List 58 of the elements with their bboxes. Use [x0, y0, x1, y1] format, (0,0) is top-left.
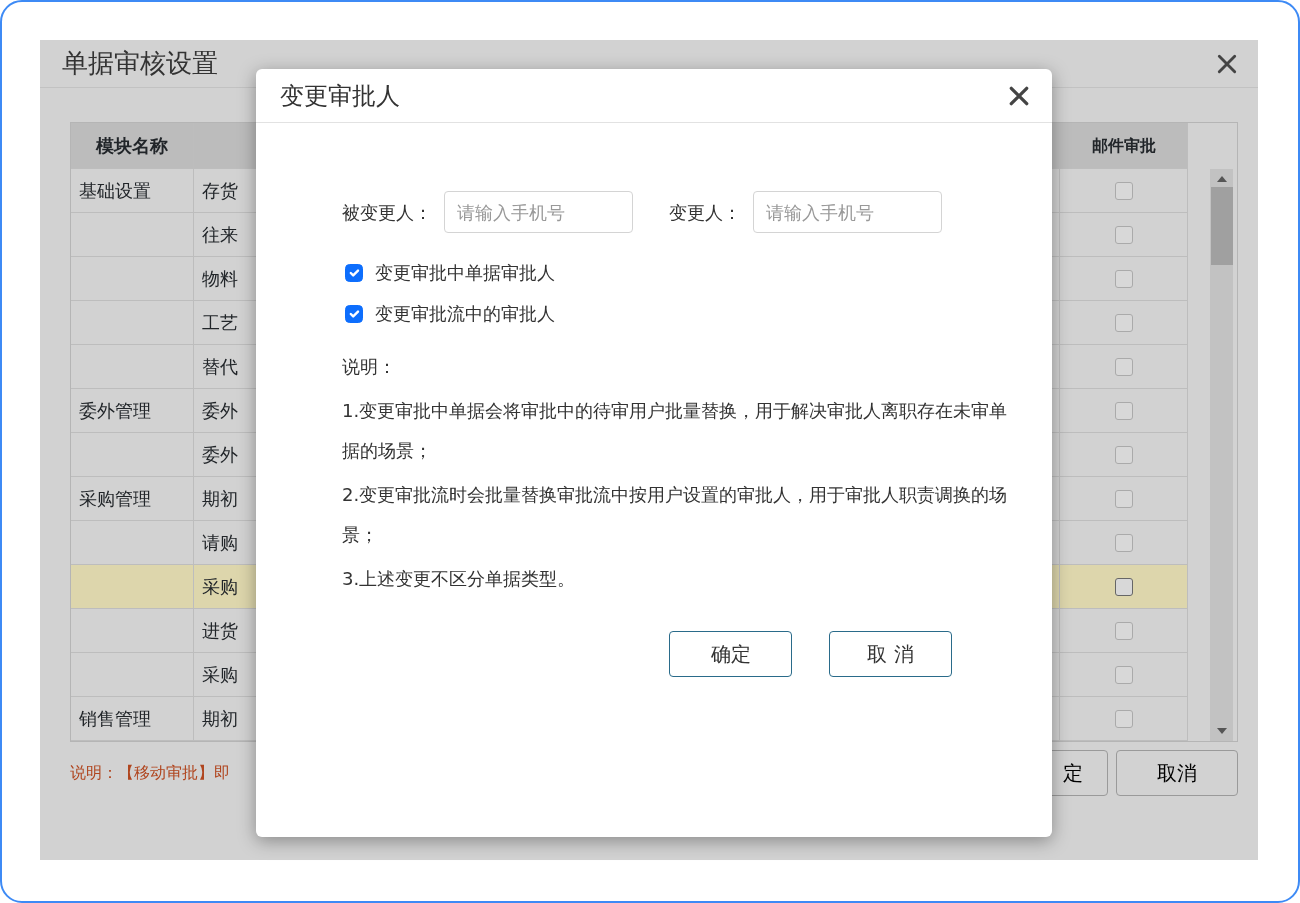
table-cell-text: 请购	[202, 531, 238, 555]
field-label: 被变更人：	[342, 200, 432, 225]
email-approval-checkbox[interactable]	[1114, 181, 1133, 200]
cancel-button[interactable]: 取 消	[829, 631, 952, 677]
email-approval-checkbox[interactable]	[1114, 401, 1133, 420]
field-label: 变更人：	[669, 200, 741, 225]
confirm-button[interactable]: 确定	[669, 631, 792, 677]
email-approval-checkbox[interactable]	[1114, 489, 1133, 508]
phone-input-field[interactable]: 请输入手机号	[444, 191, 633, 233]
table-cell-text: 采购	[202, 663, 238, 687]
table-cell-text: 工艺	[202, 311, 238, 335]
close-button[interactable]	[1008, 84, 1030, 107]
table-cell-text: 往来	[202, 223, 238, 247]
close-button[interactable]	[1216, 52, 1238, 75]
table-cell-text: 期初	[202, 707, 238, 731]
table-cell-text: 委外管理	[79, 399, 151, 423]
option-checkbox[interactable]	[345, 263, 363, 282]
phone-input-field[interactable]: 请输入手机号	[753, 191, 942, 233]
cancel-button[interactable]: 取消	[1116, 750, 1238, 796]
scroll-up-icon[interactable]	[1215, 175, 1228, 183]
option-label: 变更审批中单据审批人	[375, 261, 555, 285]
description-text: 2.变更审批流时会批量替换审批流中按用户设置的审批人，用于审批人职责调换的场景；	[342, 483, 1009, 547]
email-approval-checkbox[interactable]	[1114, 269, 1133, 288]
table-cell-text: 进货	[202, 619, 238, 643]
column-header: 邮件审批	[1059, 123, 1187, 168]
email-approval-checkbox[interactable]	[1114, 533, 1133, 552]
close-icon	[1216, 52, 1238, 75]
table-cell-text: 替代	[202, 355, 238, 379]
email-approval-checkbox[interactable]	[1114, 445, 1133, 464]
table-cell-text: 采购管理	[79, 487, 151, 511]
scroll-down-icon[interactable]	[1215, 727, 1228, 735]
email-approval-checkbox[interactable]	[1114, 357, 1133, 376]
description-title: 说明：	[342, 355, 397, 379]
table-cell-text: 委外	[202, 443, 238, 467]
email-approval-checkbox[interactable]	[1114, 577, 1133, 596]
email-approval-checkbox[interactable]	[1114, 225, 1133, 244]
email-approval-checkbox[interactable]	[1114, 621, 1133, 640]
description-text: 1.变更审批中单据会将审批中的待审用户批量替换，用于解决审批人离职存在未审单据的场景；	[342, 399, 1009, 463]
scrollbar-thumb[interactable]	[1210, 187, 1233, 265]
window-title: 单据审核设置	[62, 47, 218, 80]
table-cell-text: 采购	[202, 575, 238, 599]
email-approval-checkbox[interactable]	[1114, 313, 1133, 332]
table-cell-text: 物料	[202, 267, 238, 291]
column-header: 模块名称	[71, 123, 194, 168]
table-cell-text: 期初	[202, 487, 238, 511]
dialog-title: 变更审批人	[280, 80, 400, 112]
note-text: 说明：【移动审批】即	[70, 762, 230, 784]
description-text: 3.上述变更不区分单据类型。	[342, 567, 577, 591]
table-cell-text: 基础设置	[79, 179, 151, 203]
scrollbar[interactable]	[1210, 169, 1233, 741]
table-cell-text: 委外	[202, 399, 238, 423]
table-cell-text: 销售管理	[79, 707, 151, 731]
option-checkbox[interactable]	[345, 304, 363, 323]
close-icon	[1008, 84, 1030, 107]
email-approval-checkbox[interactable]	[1114, 709, 1133, 728]
option-label: 变更审批流中的审批人	[375, 302, 555, 326]
table-cell-text: 存货	[202, 179, 238, 203]
email-approval-checkbox[interactable]	[1114, 665, 1133, 684]
